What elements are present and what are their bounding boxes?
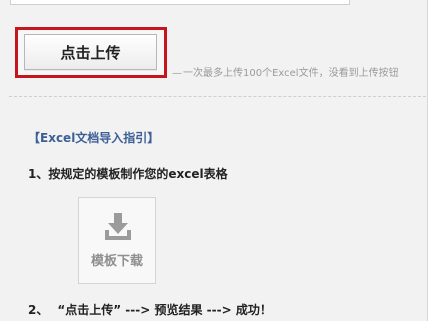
upload-limit-note-text: 一次最多上传100个Excel文件，没看到上传按钮 [183, 68, 399, 78]
note-separator: — [172, 68, 182, 78]
guide-step-two-number: 2、 [28, 303, 49, 317]
guide-step-one: 1、按规定的模板制作您的excel表格 [28, 167, 228, 181]
upload-limit-note: —一次最多上传100个Excel文件，没看到上传按钮 [172, 64, 426, 78]
top-frame-edge [10, 0, 350, 5]
section-divider [9, 96, 426, 97]
right-page-margin [429, 0, 440, 321]
template-download-button[interactable]: 模板下载 [78, 197, 156, 284]
guide-step-two: 2、 “点击上传” ---> 预览结果 ---> 成功！ [28, 301, 272, 318]
click-upload-button[interactable]: 点击上传 [24, 34, 157, 70]
download-icon [105, 213, 131, 240]
guide-step-two-text: “点击上传” ---> 预览结果 ---> 成功！ [57, 303, 272, 317]
upload-panel: 点击上传 —一次最多上传100个Excel文件，没看到上传按钮 【Excel文档… [0, 0, 428, 321]
template-download-label: 模板下载 [90, 254, 143, 269]
excel-import-guide-heading: 【Excel文档导入指引】 [28, 131, 160, 145]
